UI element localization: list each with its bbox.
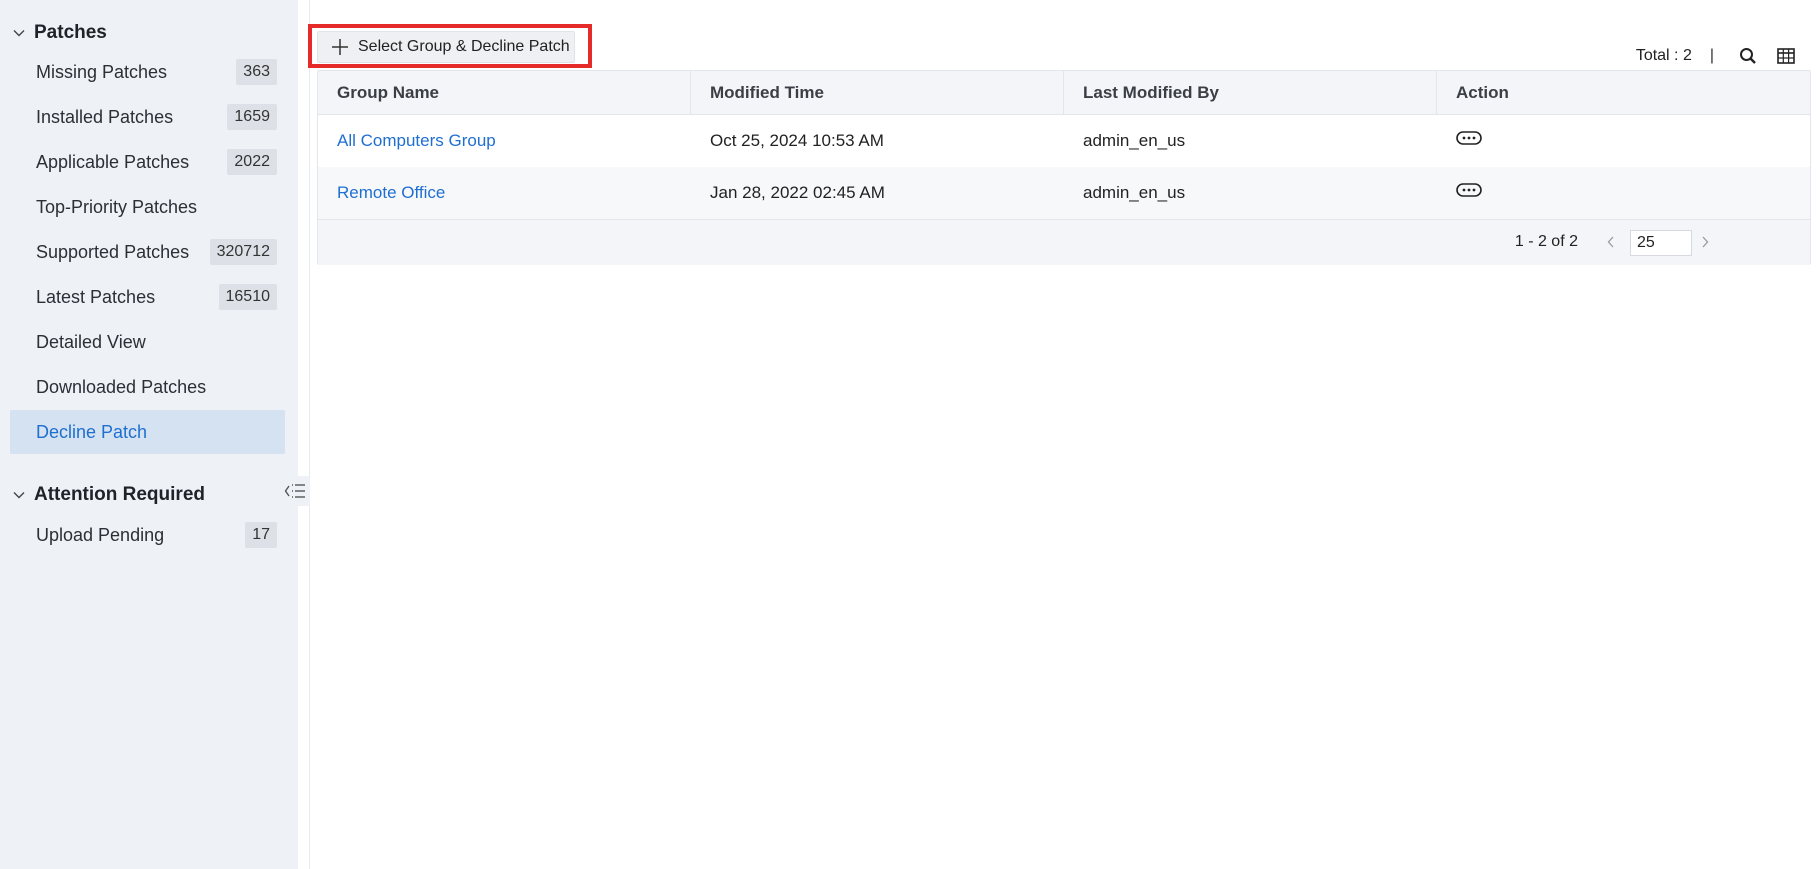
sidebar-item-label: Missing Patches [36,61,168,82]
count-badge: 16510 [218,284,277,310]
pagination-range: 1 - 2 of 2 [1514,233,1578,250]
table-toolbar: Total : 2 | [1636,44,1796,68]
button-label: Select Group & Decline Patch [358,38,570,55]
last-modified-by-cell: admin_en_us [1083,183,1186,202]
total-count: Total : 2 [1635,47,1692,64]
sidebar-item-label: Supported Patches [36,241,190,262]
group-name-link[interactable]: Remote Office [318,167,445,219]
table-row: Remote Office Jan 28, 2022 02:45 AM admi… [318,167,1810,219]
sidebar-item-label: Latest Patches [36,286,156,307]
sidebar-item-installed-patches[interactable]: Installed Patches 1659 [10,95,285,139]
sidebar-item-label: Decline Patch [36,421,148,442]
last-modified-by-cell: admin_en_us [1083,131,1186,150]
sidebar-item-latest-patches[interactable]: Latest Patches 16510 [10,275,285,319]
sidebar-item-label: Detailed View [36,331,146,352]
chevron-down-icon [12,488,26,502]
column-header-modified-time[interactable]: Modified Time [691,71,1064,115]
sidebar-item-detailed-view[interactable]: Detailed View [10,320,285,364]
sidebar-item-label: Downloaded Patches [36,376,207,397]
sidebar-item-label: Applicable Patches [36,151,190,172]
sidebar-item-applicable-patches[interactable]: Applicable Patches 2022 [10,140,285,184]
chevron-right-icon[interactable] [1696,232,1714,252]
sidebar-item-label: Upload Pending [36,524,165,545]
section-header-patches[interactable]: Patches [12,20,107,46]
group-name-link[interactable]: All Computers Group [318,115,496,167]
column-header-group-name[interactable]: Group Name [318,71,691,115]
count-badge: 17 [245,522,277,548]
decline-patch-table: Group Name Modified Time Last Modified B… [317,70,1811,265]
action-cell [1437,167,1482,219]
more-options-icon[interactable] [1456,182,1482,198]
section-title: Patches [34,22,107,43]
select-group-decline-patch-button[interactable]: Select Group & Decline Patch [317,31,575,63]
plus-icon [330,37,350,57]
modified-time-cell: Jan 28, 2022 02:45 AM [710,183,885,202]
toolbar-separator: | [1709,47,1714,64]
collapse-sidebar-icon[interactable] [280,476,310,506]
section-header-attention-required[interactable]: Attention Required [12,482,205,508]
action-cell [1437,115,1482,167]
count-badge: 2022 [227,149,277,175]
search-icon[interactable] [1738,46,1758,66]
column-header-last-modified-by[interactable]: Last Modified By [1064,71,1437,115]
sidebar: Patches Missing Patches 363 Installed Pa… [0,0,298,869]
chevron-down-icon [12,26,26,40]
modified-time-cell: Oct 25, 2024 10:53 AM [710,131,884,150]
count-badge: 363 [236,59,277,85]
column-header-action: Action [1456,83,1509,102]
sidebar-item-missing-patches[interactable]: Missing Patches 363 [10,50,285,94]
sidebar-item-label: Top-Priority Patches [36,196,198,217]
chevron-left-icon[interactable] [1602,232,1620,252]
table-header: Group Name Modified Time Last Modified B… [318,71,1810,115]
table-row: All Computers Group Oct 25, 2024 10:53 A… [318,115,1810,167]
sidebar-item-decline-patch[interactable]: Decline Patch [10,410,285,454]
sidebar-item-upload-pending[interactable]: Upload Pending 17 [10,513,285,557]
sidebar-item-top-priority-patches[interactable]: Top-Priority Patches [10,185,285,229]
more-options-icon[interactable] [1456,130,1482,146]
table-footer: 1 - 2 of 2 [318,219,1810,265]
section-title: Attention Required [34,484,205,505]
sidebar-item-downloaded-patches[interactable]: Downloaded Patches [10,365,285,409]
count-badge: 1659 [227,104,277,130]
count-badge: 320712 [209,239,277,265]
sidebar-item-supported-patches[interactable]: Supported Patches 320712 [10,230,285,274]
column-chooser-icon[interactable] [1776,46,1796,66]
page-size-input[interactable] [1630,230,1692,256]
sidebar-item-label: Installed Patches [36,106,174,127]
sidebar-divider [298,0,310,869]
